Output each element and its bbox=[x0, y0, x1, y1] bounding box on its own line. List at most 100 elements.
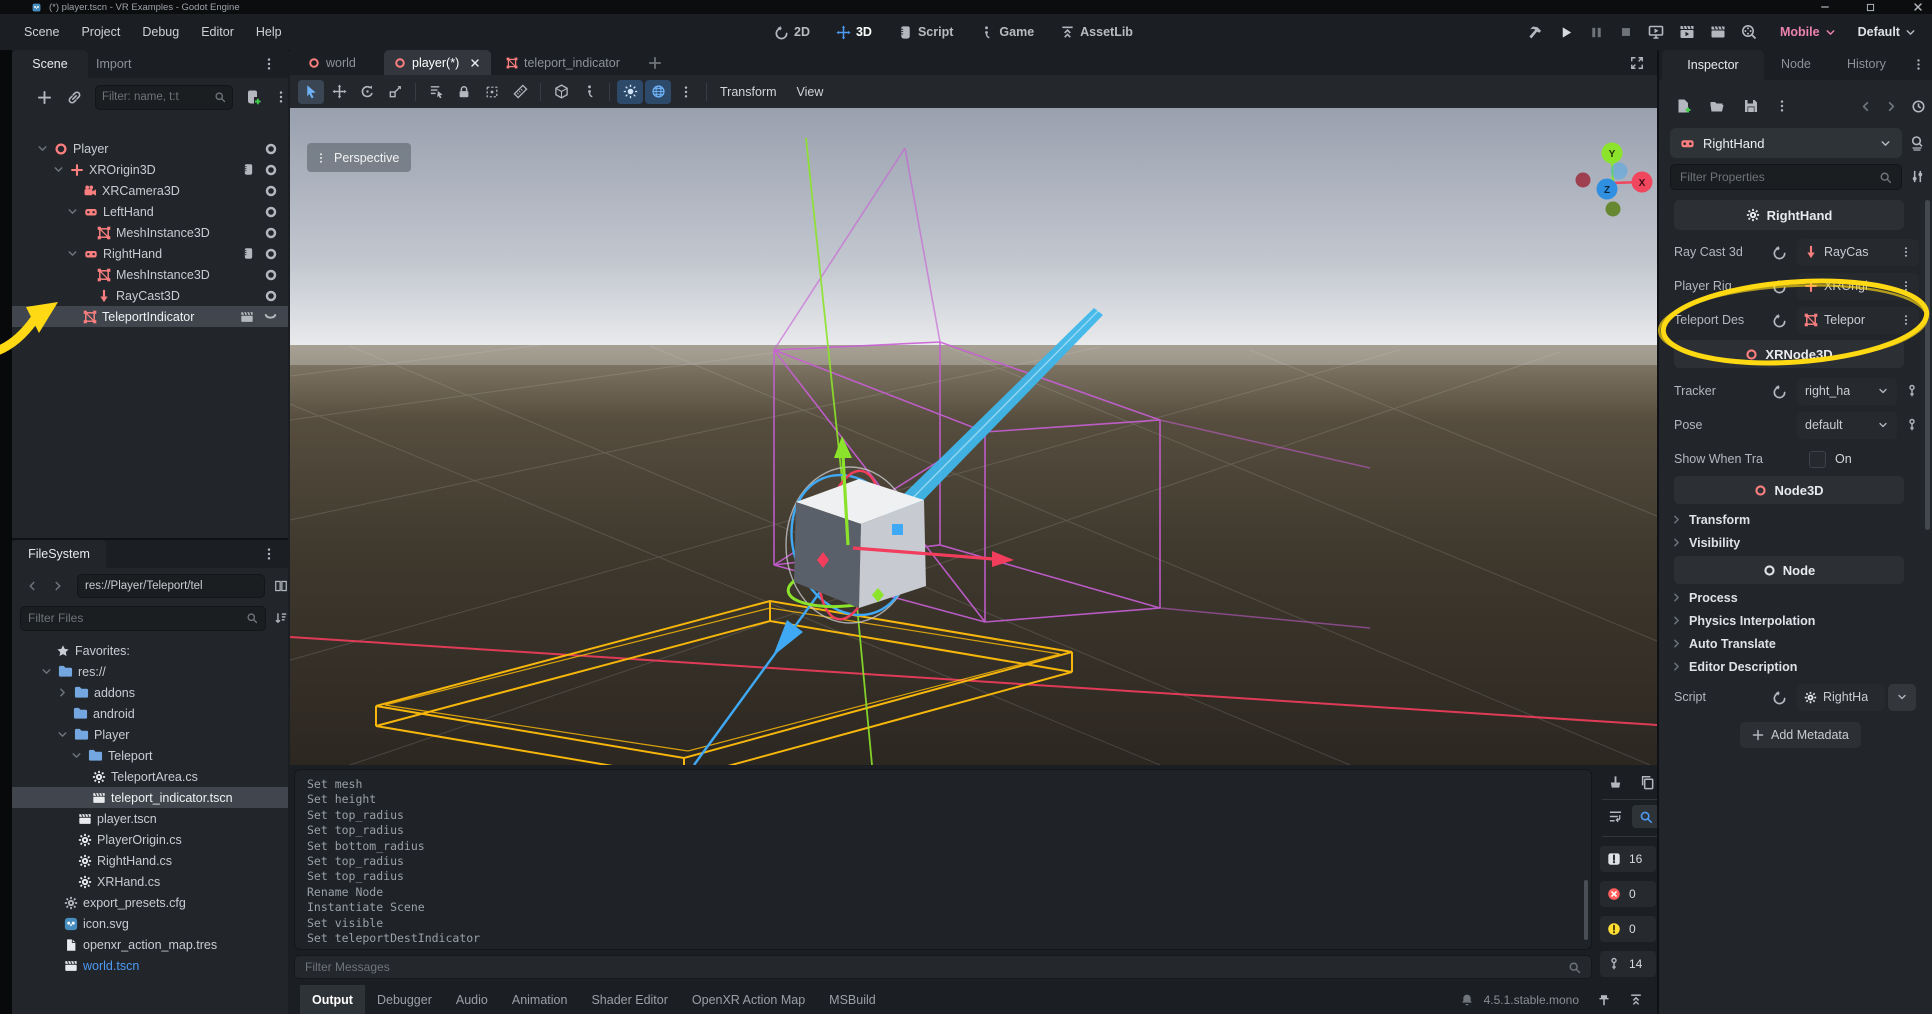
section-xrnode3d[interactable]: XRNode3D bbox=[1674, 340, 1904, 368]
scene-node-meshinstance3d-left[interactable]: MeshInstance3D bbox=[12, 222, 288, 243]
revert-icon[interactable] bbox=[1772, 245, 1787, 260]
scene-node-righthand[interactable]: RightHand bbox=[12, 243, 288, 264]
chevron-down-icon[interactable] bbox=[66, 205, 79, 218]
player-rig-value[interactable]: XROrigi bbox=[1797, 273, 1919, 300]
instanced-scene-icon[interactable] bbox=[240, 310, 254, 324]
ray-cast-value[interactable]: RayCas bbox=[1797, 239, 1919, 266]
tab-inspector[interactable]: Inspector bbox=[1662, 50, 1764, 80]
close-tab-icon[interactable] bbox=[469, 57, 481, 69]
lock-node-button[interactable] bbox=[451, 80, 477, 104]
pose-dropdown[interactable]: default bbox=[1797, 412, 1897, 439]
nav-back-icon[interactable] bbox=[25, 579, 39, 593]
revert-icon[interactable] bbox=[1772, 690, 1787, 705]
bottom-tab-openxr-action-map[interactable]: OpenXR Action Map bbox=[680, 985, 817, 1014]
fs-player-tscn[interactable]: player.tscn bbox=[12, 808, 288, 829]
minimize-icon[interactable] bbox=[1819, 1, 1831, 13]
fs-righthand-cs[interactable]: RightHand.cs bbox=[12, 850, 288, 871]
tab-import[interactable]: Import bbox=[96, 50, 131, 78]
save-resource-icon[interactable] bbox=[1743, 98, 1759, 114]
select-tool-button[interactable] bbox=[298, 80, 324, 104]
collapse-duplicates-icon[interactable] bbox=[1608, 809, 1623, 824]
group-auto-translate[interactable]: Auto Translate bbox=[1670, 632, 1776, 655]
menu-help[interactable]: Help bbox=[256, 25, 282, 39]
scene-tab-world[interactable]: world bbox=[300, 50, 364, 75]
workspace-assetlib-button[interactable]: AssetLib bbox=[1060, 25, 1133, 40]
visibility-eye-icon[interactable] bbox=[264, 289, 278, 303]
fs-favorites[interactable]: Favorites: bbox=[12, 640, 288, 661]
bottom-tab-debugger[interactable]: Debugger bbox=[365, 985, 444, 1014]
resource-menu-icon[interactable] bbox=[1775, 99, 1789, 113]
tab-filesystem[interactable]: FileSystem bbox=[12, 540, 106, 568]
revert-icon[interactable] bbox=[1772, 384, 1787, 399]
group-visibility[interactable]: Visibility bbox=[1670, 531, 1740, 554]
group-transform[interactable]: Transform bbox=[1670, 508, 1750, 531]
feature-profile-dropdown[interactable]: Default bbox=[1858, 25, 1917, 39]
handle-z[interactable] bbox=[892, 524, 903, 535]
scene-node-player[interactable]: Player bbox=[12, 138, 288, 159]
object-history-icon[interactable] bbox=[1911, 99, 1926, 114]
bottom-tab-audio[interactable]: Audio bbox=[444, 985, 500, 1014]
fs-res-root[interactable]: res:// bbox=[12, 661, 288, 682]
menu-debug[interactable]: Debug bbox=[142, 25, 179, 39]
pin-value-icon[interactable] bbox=[1905, 418, 1919, 432]
stop-icon[interactable] bbox=[1619, 25, 1633, 39]
scene-tab-teleport-indicator[interactable]: teleport_indicator bbox=[498, 50, 628, 75]
dots-menu-icon[interactable] bbox=[1900, 314, 1912, 326]
instantiate-scene-icon[interactable] bbox=[67, 90, 82, 105]
clear-output-icon[interactable] bbox=[1608, 775, 1623, 790]
visibility-eye-icon[interactable] bbox=[264, 226, 278, 240]
scene-node-teleportindicator[interactable]: TeleportIndicator bbox=[12, 306, 288, 327]
visibility-eye-icon[interactable] bbox=[264, 142, 278, 156]
teleport-des-value[interactable]: Telepor bbox=[1797, 307, 1919, 334]
menu-scene[interactable]: Scene bbox=[24, 25, 59, 39]
chevron-down-icon[interactable] bbox=[70, 749, 83, 762]
group-process[interactable]: Process bbox=[1670, 586, 1738, 609]
workspace-script-button[interactable]: Script bbox=[898, 25, 953, 40]
fs-teleport-folder[interactable]: Teleport bbox=[12, 745, 288, 766]
notification-bell-icon[interactable] bbox=[1460, 993, 1474, 1007]
scene-tree-menu-icon[interactable] bbox=[274, 90, 288, 104]
workspace-game-button[interactable]: Game bbox=[979, 25, 1034, 40]
property-tools-icon[interactable] bbox=[1910, 169, 1925, 184]
chevron-down-icon[interactable] bbox=[66, 247, 79, 260]
visibility-hidden-eye-icon[interactable] bbox=[263, 309, 278, 324]
move-tool-button[interactable] bbox=[326, 80, 352, 104]
preview-sun-button[interactable] bbox=[617, 80, 643, 104]
scene-node-meshinstance3d-right[interactable]: MeshInstance3D bbox=[12, 264, 288, 285]
tracker-dropdown[interactable]: right_ha bbox=[1797, 378, 1897, 405]
fs-xrhand-cs[interactable]: XRHand.cs bbox=[12, 871, 288, 892]
edited-node-selector[interactable]: RightHand bbox=[1670, 128, 1902, 158]
new-tab-icon[interactable] bbox=[648, 56, 662, 70]
play-remote-icon[interactable] bbox=[1648, 24, 1664, 40]
view-menu[interactable]: View bbox=[797, 85, 824, 99]
close-window-icon[interactable] bbox=[1912, 1, 1924, 13]
menu-editor[interactable]: Editor bbox=[201, 25, 234, 39]
menu-project[interactable]: Project bbox=[81, 25, 120, 39]
ruler-tool-button[interactable] bbox=[507, 80, 533, 104]
preview-environment-button[interactable] bbox=[645, 80, 671, 104]
dock-menu-icon[interactable] bbox=[262, 57, 276, 71]
add-metadata-button[interactable]: Add Metadata bbox=[1740, 722, 1861, 748]
dots-menu-icon[interactable] bbox=[1900, 280, 1912, 292]
filesystem-filter-input[interactable]: Filter Files bbox=[20, 606, 266, 631]
dock-menu-icon[interactable] bbox=[262, 547, 276, 561]
new-resource-icon[interactable] bbox=[1675, 98, 1691, 114]
workspace-3d-button[interactable]: 3D bbox=[836, 25, 872, 40]
visibility-eye-icon[interactable] bbox=[264, 268, 278, 282]
visibility-eye-icon[interactable] bbox=[264, 163, 278, 177]
rotate-tool-button[interactable] bbox=[354, 80, 380, 104]
script-value[interactable]: RightHa bbox=[1797, 684, 1885, 711]
bottom-tab-output[interactable]: Output bbox=[300, 985, 365, 1014]
dots-menu-icon[interactable] bbox=[1900, 246, 1912, 258]
fs-addons[interactable]: addons bbox=[12, 682, 288, 703]
play-custom-scene-icon[interactable] bbox=[1710, 24, 1726, 40]
fs-player-folder[interactable]: Player bbox=[12, 724, 288, 745]
fs-openxr-action-map[interactable]: openxr_action_map.tres bbox=[12, 934, 288, 955]
fs-android[interactable]: android bbox=[12, 703, 288, 724]
movie-maker-icon[interactable] bbox=[1741, 24, 1757, 40]
run-target-dropdown[interactable]: Mobile bbox=[1780, 25, 1837, 39]
path-field[interactable]: res://Player/Teleport/tel bbox=[77, 574, 265, 598]
tab-scene[interactable]: Scene bbox=[12, 50, 88, 78]
message-count-toggle[interactable]: 16 bbox=[1600, 846, 1656, 872]
scene-tab-player[interactable]: player(*) bbox=[384, 50, 491, 75]
